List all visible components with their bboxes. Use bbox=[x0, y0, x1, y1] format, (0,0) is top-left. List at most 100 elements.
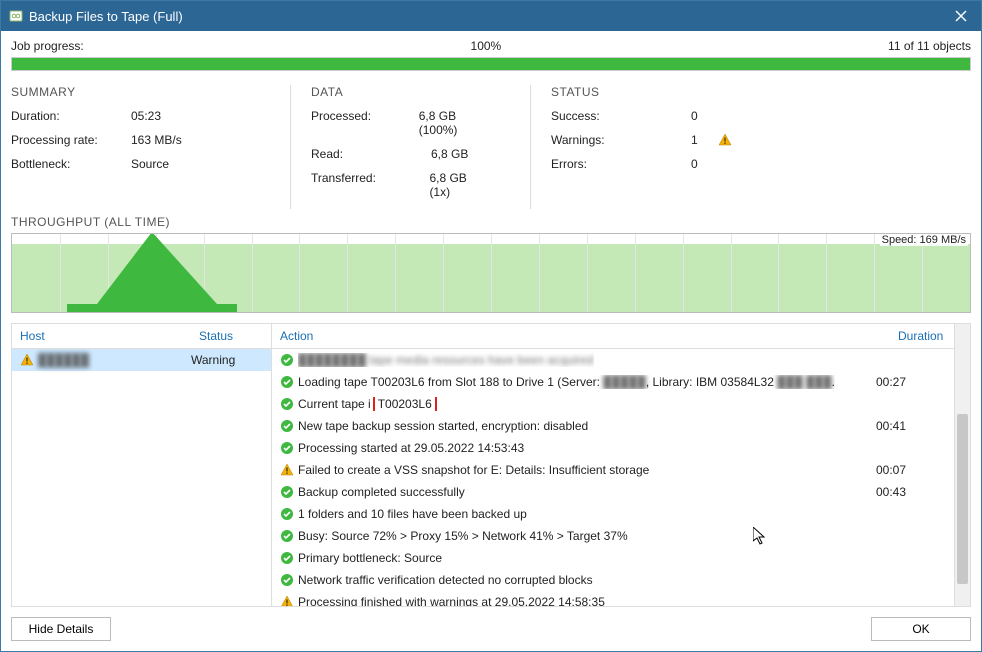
throughput-speed-label: Speed: 169 MB/s bbox=[880, 234, 968, 246]
action-table-body: ████████ tape media resources have been … bbox=[272, 349, 970, 606]
summary-column: SUMMARY Duration:05:23 Processing rate:1… bbox=[11, 85, 291, 209]
host-row[interactable]: ██████ Warning bbox=[12, 349, 271, 371]
success-icon bbox=[280, 353, 298, 367]
footer: Hide Details OK bbox=[1, 607, 981, 651]
errors-label: Errors: bbox=[551, 157, 691, 171]
scroll-thumb[interactable] bbox=[957, 414, 968, 584]
success-icon bbox=[280, 419, 298, 433]
read-value: 6,8 GB bbox=[431, 147, 468, 161]
info-columns: SUMMARY Duration:05:23 Processing rate:1… bbox=[1, 75, 981, 213]
window-title: Backup Files to Tape (Full) bbox=[29, 9, 941, 24]
read-label: Read: bbox=[311, 147, 431, 161]
close-button[interactable] bbox=[941, 1, 981, 31]
action-table-header: Action Duration bbox=[272, 324, 970, 349]
action-text: 1 folders and 10 files have been backed … bbox=[298, 507, 527, 521]
success-icon bbox=[280, 507, 298, 521]
data-heading: DATA bbox=[311, 85, 490, 99]
progress-bar-fill bbox=[12, 58, 970, 70]
success-label: Success: bbox=[551, 109, 691, 123]
action-text: Busy: Source 72% > Proxy 15% > Network 4… bbox=[298, 529, 628, 543]
errors-value: 0 bbox=[691, 157, 698, 171]
data-column: DATA Processed:6,8 GB (100%) Read:6,8 GB… bbox=[291, 85, 531, 209]
tape-id-highlight: T00203L6 bbox=[373, 397, 437, 411]
host-table-header: Host Status bbox=[12, 324, 271, 349]
action-row[interactable]: Processing finished with warnings at 29.… bbox=[272, 591, 954, 606]
status-column: STATUS Success:0 Warnings:1 Errors:0 bbox=[531, 85, 772, 209]
warning-icon bbox=[20, 353, 38, 367]
warning-icon bbox=[280, 595, 298, 606]
job-progress-percent: 100% bbox=[471, 39, 502, 53]
action-row[interactable]: Current tape iT00203L6 bbox=[272, 393, 954, 415]
close-icon bbox=[955, 10, 967, 22]
action-row[interactable]: Primary bottleneck: Source bbox=[272, 547, 954, 569]
action-duration: 00:41 bbox=[876, 419, 946, 433]
action-column-header[interactable]: Action bbox=[272, 324, 890, 348]
warning-icon bbox=[280, 463, 298, 477]
status-column-header[interactable]: Status bbox=[191, 324, 271, 348]
action-text: Processing finished with warnings at 29.… bbox=[298, 595, 605, 606]
host-table-body: ██████ Warning bbox=[12, 349, 271, 606]
action-row[interactable]: Network traffic verification detected no… bbox=[272, 569, 954, 591]
success-icon bbox=[280, 551, 298, 565]
vertical-scrollbar[interactable] bbox=[954, 324, 970, 606]
action-text: Backup completed successfully bbox=[298, 485, 465, 499]
duration-value: 05:23 bbox=[131, 109, 161, 123]
status-heading: STATUS bbox=[551, 85, 732, 99]
throughput-chart: Speed: 169 MB/s bbox=[11, 233, 971, 313]
action-row[interactable]: Backup completed successfully 00:43 bbox=[272, 481, 954, 503]
action-duration: 00:07 bbox=[876, 463, 946, 477]
rate-label: Processing rate: bbox=[11, 133, 131, 147]
action-row[interactable]: ████████ tape media resources have been … bbox=[272, 349, 954, 371]
action-table: Action Duration ████████ tape media reso… bbox=[272, 324, 970, 606]
host-status: Warning bbox=[191, 353, 263, 367]
action-text: Primary bottleneck: Source bbox=[298, 551, 442, 565]
warnings-value: 1 bbox=[691, 133, 698, 147]
warnings-label: Warnings: bbox=[551, 133, 691, 147]
job-progress-objects: 11 of 11 objects bbox=[888, 39, 971, 53]
action-duration: 00:43 bbox=[876, 485, 946, 499]
transferred-value: 6,8 GB (1x) bbox=[429, 171, 490, 199]
action-text: Failed to create a VSS snapshot for E: D… bbox=[298, 463, 649, 477]
job-progress-label: Job progress: bbox=[11, 39, 84, 53]
success-value: 0 bbox=[691, 109, 698, 123]
action-row[interactable]: Processing started at 29.05.2022 14:53:4… bbox=[272, 437, 954, 459]
warning-icon bbox=[718, 133, 732, 147]
rate-value: 163 MB/s bbox=[131, 133, 182, 147]
action-text: Current tape iT00203L6 bbox=[298, 397, 437, 411]
success-icon bbox=[280, 573, 298, 587]
backup-job-window: Backup Files to Tape (Full) Job progress… bbox=[0, 0, 982, 652]
ok-button[interactable]: OK bbox=[871, 617, 971, 641]
tape-icon bbox=[9, 9, 23, 23]
action-row[interactable]: New tape backup session started, encrypt… bbox=[272, 415, 954, 437]
action-duration: 00:27 bbox=[876, 375, 946, 389]
success-icon bbox=[280, 397, 298, 411]
transferred-label: Transferred: bbox=[311, 171, 429, 199]
action-row[interactable]: Failed to create a VSS snapshot for E: D… bbox=[272, 459, 954, 481]
action-text: ████████ tape media resources have been … bbox=[298, 353, 594, 367]
host-table: Host Status ██████ Warning bbox=[12, 324, 272, 606]
host-name: ██████ bbox=[38, 353, 89, 367]
action-row[interactable]: 1 folders and 10 files have been backed … bbox=[272, 503, 954, 525]
success-icon bbox=[280, 441, 298, 455]
action-text: New tape backup session started, encrypt… bbox=[298, 419, 588, 433]
action-text: Loading tape T00203L6 from Slot 188 to D… bbox=[298, 375, 835, 389]
action-text: Processing started at 29.05.2022 14:53:4… bbox=[298, 441, 524, 455]
processed-label: Processed: bbox=[311, 109, 419, 137]
progress-bar bbox=[11, 57, 971, 71]
success-icon bbox=[280, 375, 298, 389]
title-bar: Backup Files to Tape (Full) bbox=[1, 1, 981, 31]
action-row[interactable]: Loading tape T00203L6 from Slot 188 to D… bbox=[272, 371, 954, 393]
throughput-heading: THROUGHPUT (ALL TIME) bbox=[1, 213, 981, 233]
action-row[interactable]: Busy: Source 72% > Proxy 15% > Network 4… bbox=[272, 525, 954, 547]
bottleneck-value: Source bbox=[131, 157, 169, 171]
success-icon bbox=[280, 485, 298, 499]
host-column-header[interactable]: Host bbox=[12, 324, 191, 348]
bottleneck-label: Bottleneck: bbox=[11, 157, 131, 171]
tables-row: Host Status ██████ Warning Action Duratio… bbox=[11, 323, 971, 607]
summary-heading: SUMMARY bbox=[11, 85, 250, 99]
hide-details-button[interactable]: Hide Details bbox=[11, 617, 111, 641]
duration-label: Duration: bbox=[11, 109, 131, 123]
success-icon bbox=[280, 529, 298, 543]
processed-value: 6,8 GB (100%) bbox=[419, 109, 490, 137]
throughput-peak bbox=[67, 233, 237, 312]
